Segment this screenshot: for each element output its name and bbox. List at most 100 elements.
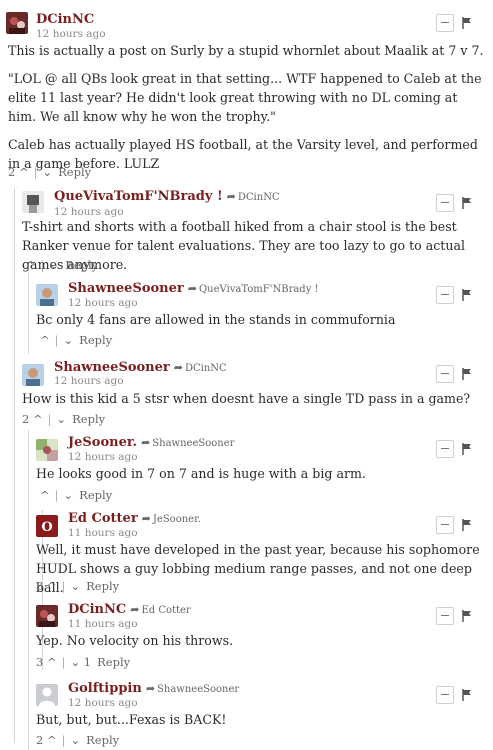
reply-button[interactable]: Reply xyxy=(86,579,119,593)
comment-paragraph: How is this kid a 5 stsr when doesnt hav… xyxy=(22,391,471,406)
reply-button[interactable]: Reply xyxy=(79,333,112,347)
reply-button[interactable]: Reply xyxy=(86,733,119,747)
comment-body: Yep. No velocity on his throws. xyxy=(36,631,476,650)
chevron-up-icon[interactable]: ^ xyxy=(33,412,43,426)
upvote-count: 3 xyxy=(36,655,44,669)
chevron-up-icon[interactable]: ^ xyxy=(40,333,50,347)
reply-to-label[interactable]: ➦ DCinNC xyxy=(174,361,227,374)
upvote-count: 3 xyxy=(36,579,44,593)
collapse-icon[interactable] xyxy=(436,440,454,458)
reply-arrow-icon: ➦ xyxy=(141,512,151,525)
avatar[interactable] xyxy=(6,12,28,34)
collapse-icon[interactable] xyxy=(436,516,454,534)
flag-icon[interactable] xyxy=(462,610,472,622)
comment-actions: 2 ^ | ⌄ Reply xyxy=(8,165,92,179)
reply-button[interactable]: Reply xyxy=(72,412,105,426)
reply-arrow-icon: ➦ xyxy=(226,190,236,203)
downvote-count: 1 xyxy=(83,655,92,669)
reply-button[interactable]: Reply xyxy=(58,165,91,179)
comment-author[interactable]: DCinNC ➦ Ed Cotter xyxy=(68,602,191,617)
comment-author[interactable]: ShawneeSooner ➦ DCinNC xyxy=(54,360,227,375)
comment-paragraph: This is actually a post on Surly by a st… xyxy=(8,43,484,58)
comment-author[interactable]: ShawneeSooner ➦ QueVivaTomF'NBrady ! xyxy=(68,281,319,296)
chevron-up-icon[interactable]: ^ xyxy=(26,258,36,272)
chevron-down-icon[interactable]: ⌄ xyxy=(64,488,74,502)
flag-icon[interactable] xyxy=(462,519,472,531)
reply-button[interactable]: Reply xyxy=(79,488,112,502)
comment-actions: 2 ^ | ⌄ Reply xyxy=(22,412,106,426)
comment-paragraph: "LOL @ all QBs look great in that settin… xyxy=(8,71,482,124)
comment-actions: ^ | ⌄ Reply xyxy=(40,333,113,347)
reply-arrow-icon: ➦ xyxy=(130,603,140,616)
chevron-down-icon[interactable]: ⌄ xyxy=(57,412,67,426)
comment-paragraph: Bc only 4 fans are allowed in the stands… xyxy=(36,312,396,327)
reply-button[interactable]: Reply xyxy=(97,655,130,669)
reply-to-label[interactable]: ➦ QueVivaTomF'NBrady ! xyxy=(188,282,319,295)
collapse-icon[interactable] xyxy=(436,607,454,625)
flag-icon[interactable] xyxy=(462,689,472,701)
comment-actions: ^ | ⌄ Reply xyxy=(40,488,113,502)
comment-actions: 3 ^ | ⌄ Reply xyxy=(36,579,120,593)
comment-author[interactable]: DCinNC xyxy=(36,12,94,27)
reply-to-label[interactable]: ➦ ShawneeSooner xyxy=(145,682,239,695)
avatar[interactable] xyxy=(36,605,58,627)
comment-timestamp[interactable]: 12 hours ago xyxy=(54,375,124,387)
comment-timestamp[interactable]: 12 hours ago xyxy=(68,697,138,709)
chevron-up-icon[interactable]: ^ xyxy=(47,655,57,669)
reply-to-label[interactable]: ➦ JeSooner. xyxy=(141,512,201,525)
comment-actions: 2 ^ | ⌄ Reply xyxy=(36,733,120,747)
reply-to-label[interactable]: ➦ Ed Cotter xyxy=(130,603,191,616)
upvote-count: 2 xyxy=(8,165,16,179)
chevron-up-icon[interactable]: ^ xyxy=(47,579,57,593)
avatar[interactable] xyxy=(36,284,58,306)
comment-paragraph: He looks good in 7 on 7 and is huge with… xyxy=(36,466,366,481)
comment-paragraph: But, but, but...Fexas is BACK! xyxy=(36,712,227,727)
avatar[interactable] xyxy=(22,191,44,213)
comment-author[interactable]: Golftippin ➦ ShawneeSooner xyxy=(68,681,239,696)
reply-to-label[interactable]: ➦ ShawneeSooner xyxy=(141,436,234,449)
chevron-down-icon[interactable]: ⌄ xyxy=(43,165,53,179)
chevron-down-icon[interactable]: ⌄ xyxy=(50,258,60,272)
collapse-icon[interactable] xyxy=(436,194,454,212)
comment-body: But, but, but...Fexas is BACK! xyxy=(36,710,476,729)
collapse-icon[interactable] xyxy=(436,286,454,304)
comment-timestamp[interactable]: 11 hours ago xyxy=(68,527,138,539)
comment-timestamp[interactable]: 12 hours ago xyxy=(68,451,138,463)
reply-to-label[interactable]: ➦ DCinNC xyxy=(226,190,280,203)
chevron-up-icon[interactable]: ^ xyxy=(47,733,57,747)
chevron-up-icon[interactable]: ^ xyxy=(40,488,50,502)
chevron-up-icon[interactable]: ^ xyxy=(19,165,29,179)
comment-actions: ^ | ⌄ Reply xyxy=(26,258,99,272)
chevron-down-icon[interactable]: ⌄ xyxy=(71,733,81,747)
comment-author[interactable]: Ed Cotter ➦ JeSooner. xyxy=(68,511,201,526)
chevron-down-icon[interactable]: ⌄ xyxy=(71,579,81,593)
chevron-down-icon[interactable]: ⌄ xyxy=(64,333,74,347)
comment-paragraph: Yep. No velocity on his throws. xyxy=(36,633,234,648)
flag-icon[interactable] xyxy=(462,17,472,29)
collapse-icon[interactable] xyxy=(436,365,454,383)
comment-body: How is this kid a 5 stsr when doesnt hav… xyxy=(22,389,484,408)
comment-author[interactable]: JeSooner. ➦ ShawneeSooner xyxy=(68,435,234,450)
avatar[interactable] xyxy=(22,364,44,386)
thread-line xyxy=(14,188,15,743)
reply-button[interactable]: Reply xyxy=(65,258,98,272)
comment-timestamp[interactable]: 12 hours ago xyxy=(36,28,106,40)
avatar[interactable] xyxy=(36,684,58,706)
comment-body: This is actually a post on Surly by a st… xyxy=(8,41,484,173)
flag-icon[interactable] xyxy=(462,197,472,209)
reply-arrow-icon: ➦ xyxy=(141,436,151,449)
thread-line xyxy=(28,430,29,750)
comment-timestamp[interactable]: 11 hours ago xyxy=(68,618,138,630)
reply-arrow-icon: ➦ xyxy=(145,682,156,695)
comment-author[interactable]: QueVivaTomF'NBrady ! ➦ DCinNC xyxy=(54,189,280,204)
flag-icon[interactable] xyxy=(462,368,472,380)
collapse-icon[interactable] xyxy=(436,14,454,32)
comment-timestamp[interactable]: 12 hours ago xyxy=(68,297,138,309)
avatar[interactable]: O xyxy=(36,515,58,537)
flag-icon[interactable] xyxy=(462,289,472,301)
chevron-down-icon[interactable]: ⌄ xyxy=(71,655,81,669)
flag-icon[interactable] xyxy=(462,443,472,455)
collapse-icon[interactable] xyxy=(436,686,454,704)
avatar[interactable] xyxy=(36,439,58,461)
comment-body: He looks good in 7 on 7 and is huge with… xyxy=(36,464,476,483)
